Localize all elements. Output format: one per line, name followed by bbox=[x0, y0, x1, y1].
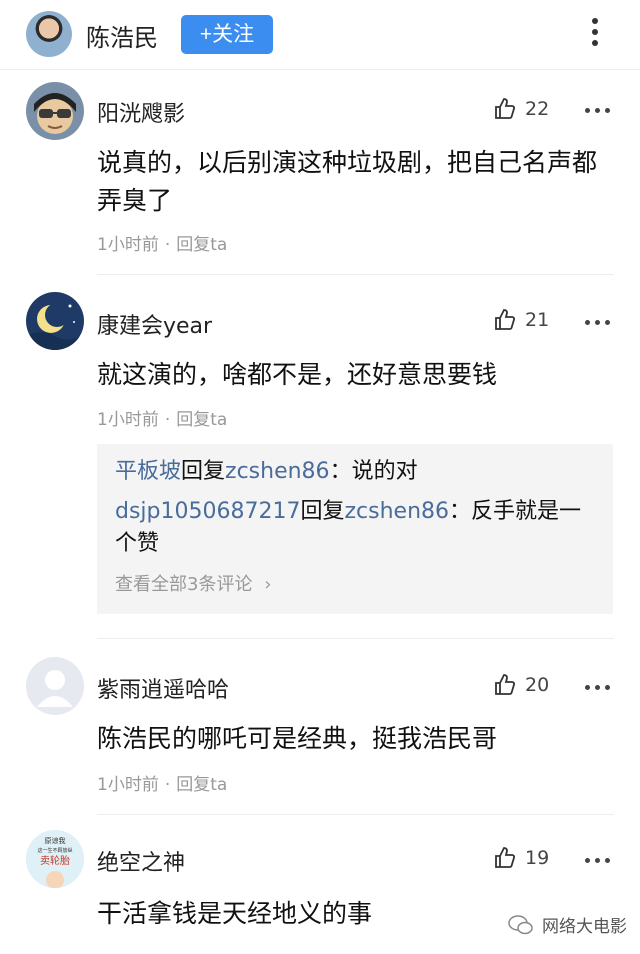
username[interactable]: 康建会year bbox=[97, 308, 212, 340]
reply-target[interactable]: zcshen86 bbox=[345, 499, 450, 524]
divider bbox=[97, 814, 614, 815]
reply-target[interactable]: zcshen86 bbox=[225, 459, 330, 484]
comment-text: 陈浩民的哪吒可是经典，挺我浩民哥 bbox=[97, 724, 498, 753]
divider bbox=[97, 274, 614, 275]
avatar-text: 原谅我 bbox=[45, 836, 66, 845]
follow-button[interactable]: +关注 bbox=[181, 15, 273, 54]
reply-link[interactable]: 回复ta bbox=[176, 410, 227, 430]
reply-verb: 回复 bbox=[181, 459, 226, 484]
comment-text: 就这演的，啥都不是，还好意思要钱 bbox=[97, 360, 498, 389]
more-icon[interactable] bbox=[585, 320, 610, 325]
reply-text: ：说的对 bbox=[329, 459, 418, 484]
comment-meta: 1小时前 · 回复ta bbox=[97, 410, 228, 430]
like-button[interactable]: 20 bbox=[493, 673, 549, 697]
like-button[interactable]: 21 bbox=[493, 308, 549, 332]
reply-item[interactable]: 平板坡回复zcshen86：说的对 bbox=[115, 456, 595, 488]
like-button[interactable]: 22 bbox=[493, 97, 549, 121]
like-count: 22 bbox=[525, 98, 550, 120]
reply-thread: 平板坡回复zcshen86：说的对 dsjp1050687217回复zcshen… bbox=[97, 444, 613, 614]
more-icon[interactable] bbox=[585, 685, 610, 690]
username[interactable]: 阳洸飕影 bbox=[97, 96, 185, 128]
thumbs-up-icon bbox=[495, 309, 515, 330]
more-icon[interactable] bbox=[585, 858, 610, 863]
user-avatar[interactable] bbox=[26, 82, 84, 140]
view-all-replies-link[interactable]: 查看全部3条评论 › bbox=[115, 570, 271, 596]
view-all-label: 查看全部3条评论 bbox=[115, 574, 253, 595]
username[interactable]: 紫雨逍遥哈哈 bbox=[97, 672, 229, 704]
page-header: 陈浩民 +关注 bbox=[0, 0, 640, 70]
username[interactable]: 绝空之神 bbox=[97, 845, 185, 877]
watermark-text: 网络大电影 bbox=[542, 917, 627, 937]
user-avatar[interactable] bbox=[26, 657, 84, 715]
timestamp: 1小时前 bbox=[97, 410, 159, 430]
reply-author[interactable]: 平板坡 bbox=[115, 459, 181, 484]
more-icon[interactable] bbox=[585, 108, 610, 113]
author-avatar[interactable] bbox=[26, 11, 72, 57]
comment-meta: 1小时前 · 回复ta bbox=[97, 235, 228, 255]
like-count: 21 bbox=[525, 309, 550, 331]
like-count: 20 bbox=[525, 674, 550, 696]
menu-icon[interactable] bbox=[586, 18, 604, 52]
comment-text: 说真的，以后别演这种垃圾剧，把自己名声都弄臭了 bbox=[97, 148, 598, 215]
like-button[interactable]: 19 bbox=[493, 846, 549, 870]
thumbs-up-icon bbox=[495, 98, 515, 119]
watermark: 网络大电影 bbox=[508, 912, 627, 937]
avatar-text: 这一生不羁放纵 bbox=[37, 847, 72, 854]
like-count: 19 bbox=[525, 847, 550, 869]
comment-meta: 1小时前 · 回复ta bbox=[97, 775, 228, 795]
timestamp: 1小时前 bbox=[97, 235, 159, 255]
reply-link[interactable]: 回复ta bbox=[176, 775, 227, 795]
reply-item[interactable]: dsjp1050687217回复zcshen86：反手就是一个赞 bbox=[115, 496, 595, 560]
timestamp: 1小时前 bbox=[97, 775, 159, 795]
thumbs-up-icon bbox=[495, 674, 515, 695]
thumbs-up-icon bbox=[495, 847, 515, 868]
chevron-right-icon: › bbox=[264, 574, 272, 595]
user-avatar[interactable] bbox=[26, 292, 84, 350]
author-name[interactable]: 陈浩民 bbox=[86, 18, 158, 53]
wechat-icon bbox=[508, 914, 533, 934]
avatar-text: 卖轮胎 bbox=[40, 854, 70, 867]
user-avatar[interactable]: 原谅我 这一生不羁放纵 卖轮胎 bbox=[26, 830, 84, 888]
reply-author[interactable]: dsjp1050687217 bbox=[115, 499, 300, 524]
reply-link[interactable]: 回复ta bbox=[176, 235, 227, 255]
reply-verb: 回复 bbox=[300, 499, 345, 524]
divider bbox=[97, 638, 614, 639]
